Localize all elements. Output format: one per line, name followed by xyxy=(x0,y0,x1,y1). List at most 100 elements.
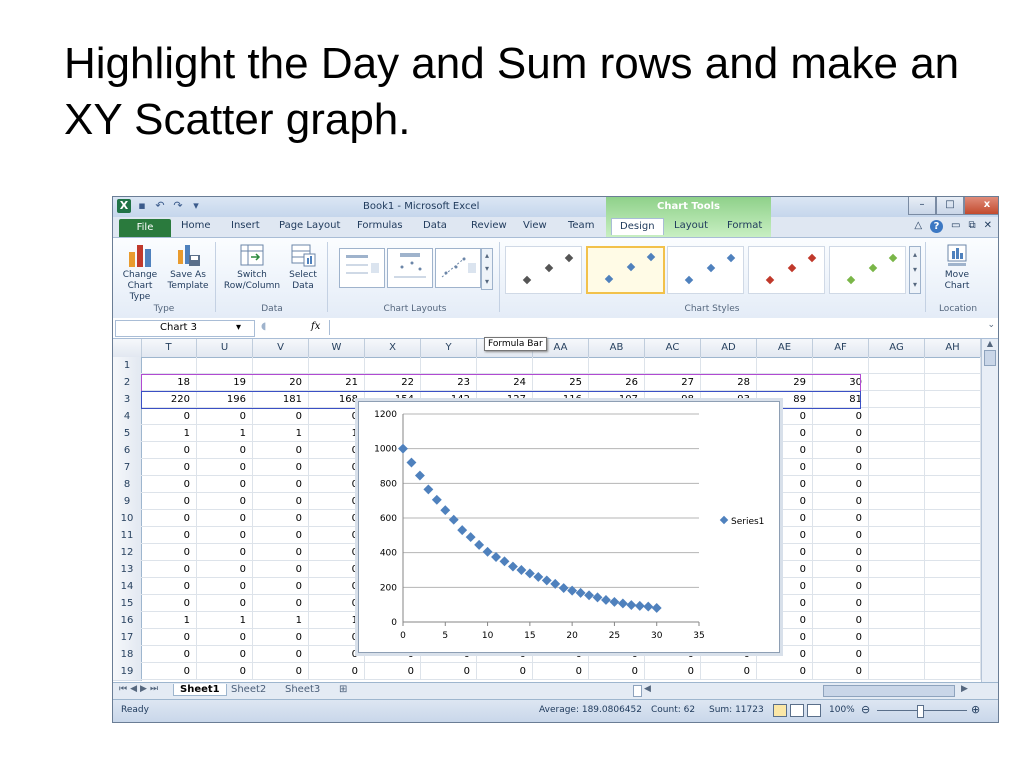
row-header[interactable]: 18 xyxy=(113,646,142,664)
cell[interactable]: 30 xyxy=(813,374,869,391)
cell[interactable]: 181 xyxy=(253,391,309,408)
zoom-slider-thumb[interactable] xyxy=(917,705,924,718)
cell[interactable]: 0 xyxy=(141,544,197,561)
cell[interactable] xyxy=(869,425,925,442)
row-header[interactable]: 12 xyxy=(113,544,142,562)
cell[interactable]: 0 xyxy=(813,629,869,646)
cell[interactable]: 0 xyxy=(197,663,253,680)
cell[interactable] xyxy=(869,476,925,493)
cell[interactable] xyxy=(869,646,925,663)
cell[interactable]: 0 xyxy=(309,510,365,527)
chart-style-3[interactable] xyxy=(667,246,744,294)
tab-page-layout[interactable]: Page Layout xyxy=(279,220,340,231)
chart-layout-1[interactable] xyxy=(339,248,385,288)
cell[interactable]: 21 xyxy=(309,374,365,391)
sheet-tab-1[interactable]: Sheet1 xyxy=(173,684,227,696)
cell[interactable] xyxy=(869,595,925,612)
cell[interactable]: 0 xyxy=(813,544,869,561)
page-break-view-icon[interactable] xyxy=(807,704,821,717)
cell[interactable]: 1 xyxy=(197,612,253,629)
cell[interactable] xyxy=(925,408,981,425)
cell[interactable]: 29 xyxy=(757,374,813,391)
tab-split-handle[interactable] xyxy=(633,685,642,697)
row-header[interactable]: 3 xyxy=(113,391,142,409)
cell[interactable]: 18 xyxy=(141,374,197,391)
zoom-in-icon[interactable]: ⊕ xyxy=(971,703,980,716)
cell[interactable]: 0 xyxy=(253,493,309,510)
cell[interactable]: 0 xyxy=(253,629,309,646)
cell[interactable]: 26 xyxy=(589,374,645,391)
cell[interactable] xyxy=(925,493,981,510)
cell[interactable] xyxy=(869,493,925,510)
cell[interactable]: 0 xyxy=(253,510,309,527)
cell[interactable]: 0 xyxy=(197,527,253,544)
column-header[interactable]: Y xyxy=(421,339,477,357)
name-box-dropdown-icon[interactable]: ▾ xyxy=(236,322,241,333)
cell[interactable]: 0 xyxy=(813,442,869,459)
close-button[interactable]: x xyxy=(964,197,998,215)
cell[interactable] xyxy=(925,612,981,629)
cell[interactable] xyxy=(813,357,869,374)
cell[interactable]: 0 xyxy=(141,493,197,510)
cell[interactable]: 0 xyxy=(197,544,253,561)
scatter-chart[interactable]: 0 200 400 600 800 1000 1200 0 5 10 15 20 25 30 35 Serie… xyxy=(358,401,780,653)
cell[interactable]: 0 xyxy=(253,476,309,493)
column-header[interactable]: AD xyxy=(701,339,757,357)
cell[interactable]: 0 xyxy=(309,544,365,561)
change-chart-type-button[interactable]: Change Chart Type xyxy=(117,242,163,303)
cell[interactable] xyxy=(925,663,981,680)
move-chart-button[interactable]: Move Chart xyxy=(931,242,983,292)
cell[interactable]: 0 xyxy=(813,663,869,680)
sheet-tab-3[interactable]: Sheet3 xyxy=(285,684,320,695)
chart-style-1[interactable] xyxy=(505,246,582,294)
cell[interactable]: 1 xyxy=(141,425,197,442)
column-header[interactable]: AG xyxy=(869,339,925,357)
row-header[interactable]: 4 xyxy=(113,408,142,426)
cell[interactable]: 0 xyxy=(197,493,253,510)
cell[interactable]: 0 xyxy=(309,561,365,578)
cell[interactable]: 0 xyxy=(421,663,477,680)
cell[interactable]: 0 xyxy=(197,629,253,646)
workbook-restore-icon[interactable]: ⧉ xyxy=(968,220,975,233)
workbook-minimize-icon[interactable]: ▭ xyxy=(951,220,960,233)
chart-layout-3[interactable] xyxy=(435,248,481,288)
cell[interactable] xyxy=(757,357,813,374)
name-box[interactable]: Chart 3 ▾ xyxy=(115,320,255,337)
row-header[interactable]: 17 xyxy=(113,629,142,647)
cell[interactable]: 1 xyxy=(253,612,309,629)
cell[interactable] xyxy=(925,527,981,544)
column-header[interactable]: AF xyxy=(813,339,869,357)
row-header[interactable]: 11 xyxy=(113,527,142,545)
cell[interactable]: 0 xyxy=(253,663,309,680)
tab-home[interactable]: Home xyxy=(181,220,211,231)
cell[interactable]: 0 xyxy=(813,561,869,578)
cell[interactable]: 0 xyxy=(309,646,365,663)
cell[interactable]: 0 xyxy=(197,476,253,493)
workbook-close-icon[interactable]: ✕ xyxy=(984,220,992,233)
column-header[interactable]: AC xyxy=(645,339,701,357)
tab-format[interactable]: Format xyxy=(727,220,762,231)
cell[interactable]: 19 xyxy=(197,374,253,391)
cell[interactable]: 0 xyxy=(813,527,869,544)
zoom-level[interactable]: 100% xyxy=(829,705,855,715)
cell[interactable]: 0 xyxy=(701,663,757,680)
cell[interactable]: 0 xyxy=(141,663,197,680)
cell[interactable]: 0 xyxy=(309,493,365,510)
save-as-template-button[interactable]: Save As Template xyxy=(165,242,211,292)
cell[interactable]: 196 xyxy=(197,391,253,408)
chart-styles-scroll[interactable]: ▴ ▾ ▾ xyxy=(909,246,921,294)
cell[interactable]: 0 xyxy=(309,663,365,680)
cell[interactable]: 0 xyxy=(813,425,869,442)
save-icon[interactable]: ▪ xyxy=(135,199,149,213)
cell[interactable]: 0 xyxy=(197,408,253,425)
scroll-up-icon[interactable]: ▲ xyxy=(982,339,998,348)
undo-icon[interactable]: ↶ xyxy=(153,199,167,213)
cell[interactable] xyxy=(925,561,981,578)
cell[interactable]: 0 xyxy=(197,561,253,578)
cell[interactable] xyxy=(197,357,253,374)
row-header[interactable]: 14 xyxy=(113,578,142,596)
column-header[interactable]: T xyxy=(141,339,197,357)
cell[interactable]: 0 xyxy=(813,646,869,663)
cell[interactable] xyxy=(869,459,925,476)
cell[interactable]: 0 xyxy=(813,476,869,493)
